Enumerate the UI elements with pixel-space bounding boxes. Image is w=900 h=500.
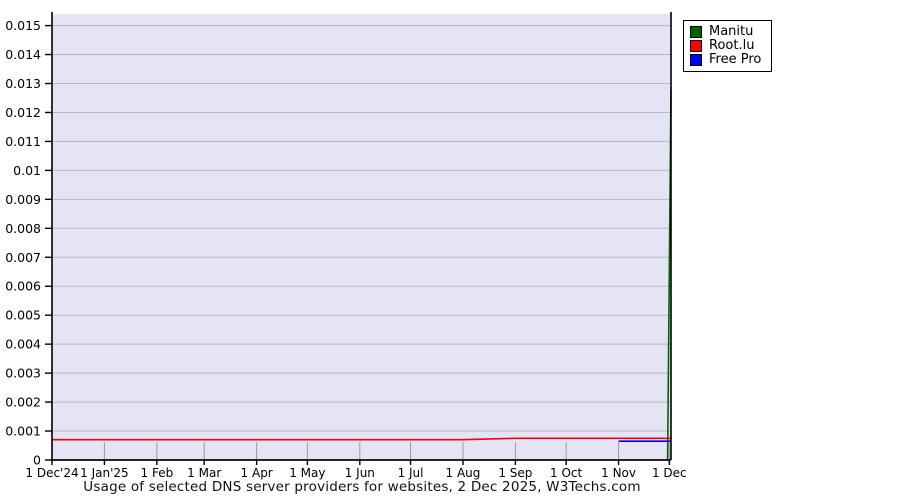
y-tick-label: 0.014 bbox=[5, 47, 41, 62]
dns-usage-chart-page: 0 0.001 0.002 0.003 0.004 0.005 0.006 0.007 0.00… bbox=[0, 0, 900, 500]
x-tick-label: 1 Feb bbox=[141, 466, 174, 480]
chart-title: Usage of selected DNS server providers f… bbox=[83, 479, 641, 495]
y-tick-label: 0.015 bbox=[5, 18, 41, 33]
y-tick-label: 0.005 bbox=[5, 308, 41, 323]
y-tick-label: 0.013 bbox=[5, 76, 41, 91]
chart-legend: Manitu Root.lu Free Pro bbox=[683, 20, 773, 72]
x-tick-label: 1 Oct bbox=[550, 466, 582, 480]
y-tick-label: 0.002 bbox=[5, 395, 41, 410]
y-tick-label: 0.003 bbox=[5, 366, 41, 381]
x-tick-label: 1 Jan'25 bbox=[80, 466, 129, 480]
legend-swatch-blue-icon bbox=[690, 54, 702, 66]
x-tick-label: 1 Jun bbox=[345, 466, 375, 480]
legend-item-manitu: Manitu bbox=[690, 25, 761, 39]
legend-label: Manitu bbox=[709, 24, 754, 39]
legend-label: Root.lu bbox=[709, 38, 755, 53]
x-tick-label: 1 Jul bbox=[398, 466, 424, 480]
y-tick-label: 0.008 bbox=[5, 221, 41, 236]
y-tick-label: 0.009 bbox=[5, 192, 41, 207]
y-tick-label: 0.001 bbox=[5, 424, 41, 439]
x-tick-label: 1 Aug bbox=[446, 466, 481, 480]
y-tick-label: 0.011 bbox=[5, 134, 41, 149]
legend-swatch-green-icon bbox=[690, 26, 702, 38]
legend-label: Free Pro bbox=[709, 52, 762, 67]
x-tick-label: 1 Sep bbox=[498, 466, 532, 480]
y-tick-label: 0.007 bbox=[5, 250, 41, 265]
x-tick-label: 1 May bbox=[289, 466, 325, 480]
y-tick-label: 0.004 bbox=[5, 337, 41, 352]
y-tick-label: 0.012 bbox=[5, 105, 41, 120]
x-tick-label: 1 Dec bbox=[652, 466, 687, 480]
x-tick-label: 1 Mar bbox=[187, 466, 221, 480]
x-tick-label: 1 Nov bbox=[601, 466, 636, 480]
y-tick-label: 0.01 bbox=[13, 163, 41, 178]
legend-swatch-red-icon bbox=[690, 40, 702, 52]
dns-usage-line-chart: 00.0010.0020.0030.0040.0050.0060.0070.00… bbox=[5, 12, 687, 480]
plot-area bbox=[52, 14, 671, 460]
legend-item-rootlu: Root.lu bbox=[690, 39, 761, 53]
y-tick-label: 0.006 bbox=[5, 279, 41, 294]
legend-item-freepro: Free Pro bbox=[690, 53, 761, 67]
x-tick-label: 1 Dec'24 bbox=[25, 466, 78, 480]
x-tick-label: 1 Apr bbox=[241, 466, 273, 480]
